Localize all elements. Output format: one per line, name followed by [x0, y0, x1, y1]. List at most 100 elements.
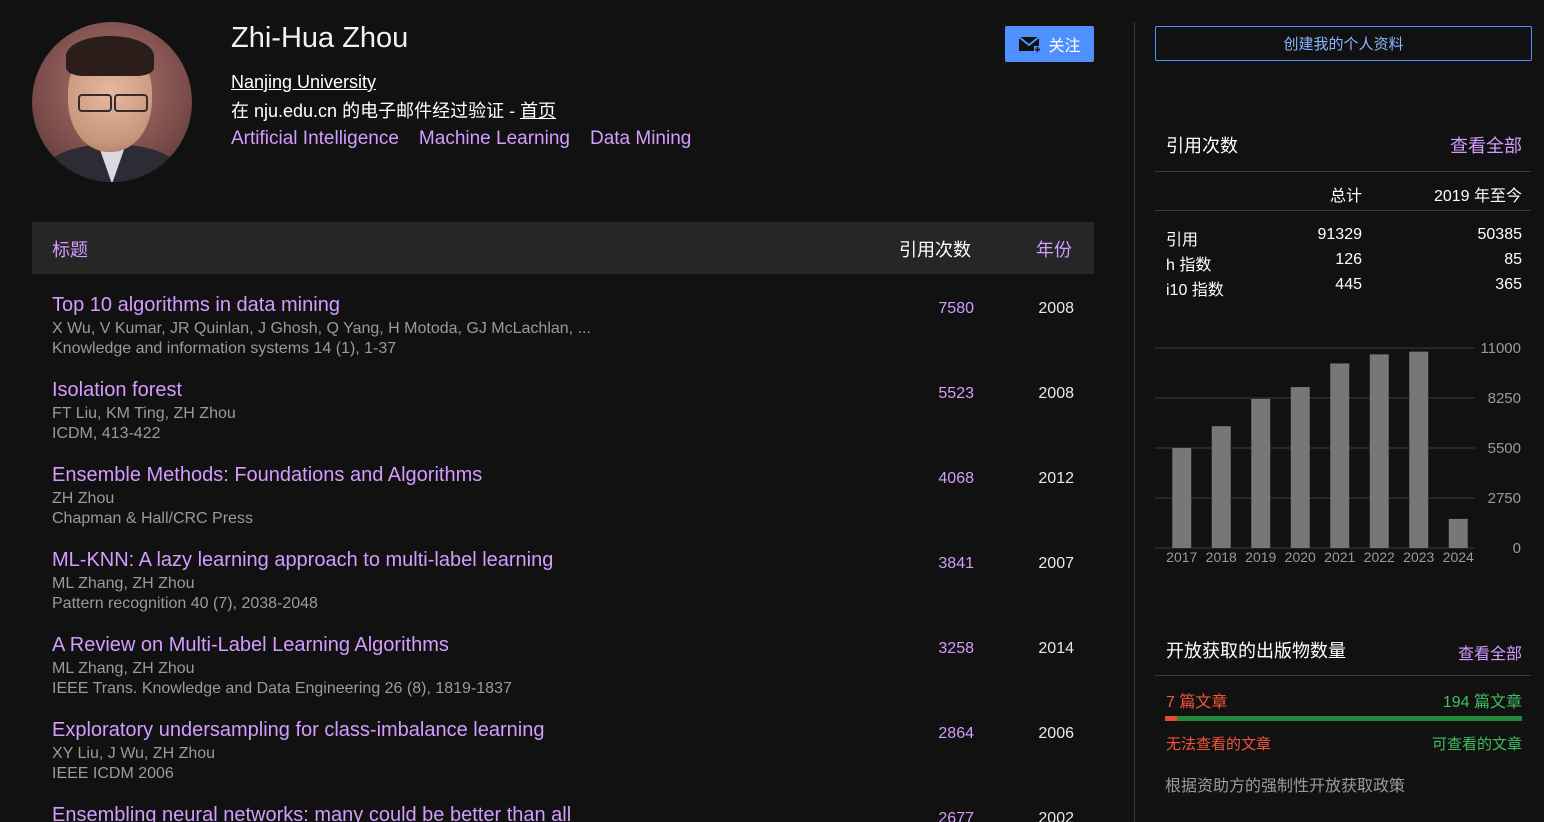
profile-name: Zhi-Hua Zhou	[231, 22, 409, 54]
chart-y-tick-label: 11000	[1480, 340, 1521, 357]
chart-bar-2024[interactable]	[1448, 518, 1468, 548]
chart-bar-2017[interactable]	[1172, 448, 1192, 548]
paper-year: 2007	[1038, 555, 1074, 572]
open-access-view-all-link[interactable]: 查看全部	[1458, 640, 1522, 664]
col-since-header: 2019 年至今	[1433, 188, 1522, 205]
table-row: Ensembling neural networks: many could b…	[32, 804, 1094, 822]
paper-authors: FT Liu, KM Ting, ZH Zhou	[52, 405, 236, 422]
open-access-unavailable-fill	[1165, 716, 1178, 721]
chart-y-tick-label: 2750	[1488, 490, 1521, 507]
paper-venue: IEEE Trans. Knowledge and Data Engineeri…	[52, 680, 512, 697]
cited-by-link[interactable]: 2677	[938, 810, 974, 822]
chart-x-tick-label: 2024	[1443, 549, 1474, 565]
paper-year: 2006	[1038, 725, 1074, 742]
paper-year: 2008	[1038, 385, 1074, 402]
sort-by-title[interactable]: 标题	[52, 236, 88, 262]
stat-label-i10-index[interactable]: i10 指数	[1166, 276, 1224, 300]
chart-y-tick-label: 8250	[1488, 390, 1521, 407]
paper-title-link[interactable]: ML-KNN: A lazy learning approach to mult…	[52, 549, 553, 572]
cited-by-link[interactable]: 2864	[938, 725, 974, 743]
stat-label-citations[interactable]: 引用	[1166, 226, 1198, 250]
chart-bar-2021[interactable]	[1330, 363, 1350, 548]
cited-by-link[interactable]: 4068	[938, 470, 974, 488]
paper-venue: Knowledge and information systems 14 (1)…	[52, 340, 397, 357]
homepage-link[interactable]: 首页	[520, 101, 556, 121]
paper-venue: IEEE ICDM 2006	[52, 765, 174, 782]
chart-x-tick-label: 2023	[1403, 549, 1434, 565]
oa-unavailable-count[interactable]: 7 篇文章	[1166, 688, 1227, 712]
chart-bar-2023[interactable]	[1409, 351, 1429, 548]
paper-authors: X Wu, V Kumar, JR Quinlan, J Ghosh, Q Ya…	[52, 320, 591, 337]
paper-year: 2008	[1038, 300, 1074, 317]
paper-authors: ML Zhang, ZH Zhou	[52, 575, 195, 592]
paper-year: 2012	[1038, 470, 1074, 487]
chart-bar-2020[interactable]	[1290, 387, 1310, 548]
paper-title-link[interactable]: Top 10 algorithms in data mining	[52, 294, 340, 317]
paper-title-link[interactable]: Ensembling neural networks: many could b…	[52, 804, 571, 822]
chart-y-tick-label: 5500	[1488, 440, 1521, 457]
profile-avatar	[32, 22, 192, 182]
col-total-header: 总计	[1329, 188, 1362, 205]
sort-by-cited[interactable]: 引用次数	[899, 236, 971, 262]
interest-link-dm[interactable]: Data Mining	[590, 128, 691, 150]
stat-total-citations: 91329	[1317, 226, 1363, 243]
cited-by-link[interactable]: 5523	[938, 385, 974, 403]
paper-year: 2014	[1038, 640, 1074, 657]
verified-email-line: 在 nju.edu.cn 的电子邮件经过验证 - 首页	[231, 97, 556, 123]
stat-total-h-index: 126	[1335, 251, 1362, 268]
divider-line	[1155, 675, 1531, 676]
stat-since-i10-index: 365	[1495, 276, 1522, 293]
chart-bar-2018[interactable]	[1211, 426, 1231, 548]
chart-x-tick-label: 2020	[1285, 549, 1316, 565]
chart-x-tick-label: 2017	[1166, 549, 1197, 565]
chart-bar-2022[interactable]	[1369, 354, 1389, 548]
paper-authors: ML Zhang, ZH Zhou	[52, 660, 195, 677]
paper-title-link[interactable]: Ensemble Methods: Foundations and Algori…	[52, 464, 482, 487]
paper-year: 2002	[1038, 810, 1074, 822]
chart-x-tick-label: 2019	[1245, 549, 1276, 565]
cited-by-link[interactable]: 7580	[938, 300, 974, 318]
create-profile-button[interactable]: 创建我的个人资料	[1155, 26, 1532, 61]
follow-button[interactable]: 关注	[1005, 26, 1094, 62]
paper-title-link[interactable]: Exploratory undersampling for class-imba…	[52, 719, 544, 742]
funder-mandate-text: 根据资助方的强制性开放获取政策	[1165, 778, 1406, 795]
cited-by-link[interactable]: 3258	[938, 640, 974, 658]
divider-line	[1155, 171, 1531, 172]
avatar-glasses-right	[114, 94, 148, 112]
table-row: Ensemble Methods: Foundations and Algori…	[32, 464, 1094, 549]
stat-since-h-index: 85	[1504, 251, 1522, 268]
follow-label: 关注	[1048, 38, 1081, 55]
avatar-hair	[66, 36, 154, 76]
table-row: A Review on Multi-Label Learning Algorit…	[32, 634, 1094, 719]
paper-authors: ZH Zhou	[52, 490, 115, 507]
stat-label-h-index[interactable]: h 指数	[1166, 251, 1211, 275]
stat-total-i10-index: 445	[1335, 276, 1362, 293]
column-divider	[1134, 22, 1135, 822]
affiliation-link[interactable]: Nanjing University	[231, 72, 376, 93]
oa-available-count[interactable]: 194 篇文章	[1443, 688, 1522, 712]
research-interests: Artificial Intelligence Machine Learning…	[231, 128, 691, 150]
paper-venue: Pattern recognition 40 (7), 2038-2048	[52, 595, 318, 612]
paper-authors: XY Liu, J Wu, ZH Zhou	[52, 745, 216, 762]
cited-by-link[interactable]: 3841	[938, 555, 974, 573]
table-row: Top 10 algorithms in data mining X Wu, V…	[32, 294, 1094, 379]
oa-unavailable-label: 无法查看的文章	[1166, 736, 1272, 753]
sort-by-year[interactable]: 年份	[1036, 236, 1072, 262]
chart-x-tick-label: 2018	[1206, 549, 1237, 565]
citations-heading: 引用次数	[1166, 136, 1238, 156]
table-row: Isolation forest FT Liu, KM Ting, ZH Zho…	[32, 379, 1094, 464]
mail-follow-icon	[1018, 36, 1042, 53]
chart-bar-2019[interactable]	[1251, 398, 1271, 548]
interest-link-ml[interactable]: Machine Learning	[419, 128, 570, 150]
table-row: ML-KNN: A lazy learning approach to mult…	[32, 549, 1094, 634]
paper-title-link[interactable]: Isolation forest	[52, 379, 182, 402]
open-access-heading: 开放获取的出版物数量	[1166, 641, 1346, 661]
citations-view-all-link[interactable]: 查看全部	[1450, 132, 1522, 158]
paper-venue: Chapman & Hall/CRC Press	[52, 510, 253, 527]
interest-link-ai[interactable]: Artificial Intelligence	[231, 128, 399, 150]
chart-x-tick-label: 2021	[1324, 549, 1355, 565]
oa-available-label: 可查看的文章	[1431, 736, 1522, 753]
open-access-progress-bar	[1165, 716, 1522, 721]
stat-since-citations: 50385	[1477, 226, 1523, 243]
paper-title-link[interactable]: A Review on Multi-Label Learning Algorit…	[52, 634, 449, 657]
